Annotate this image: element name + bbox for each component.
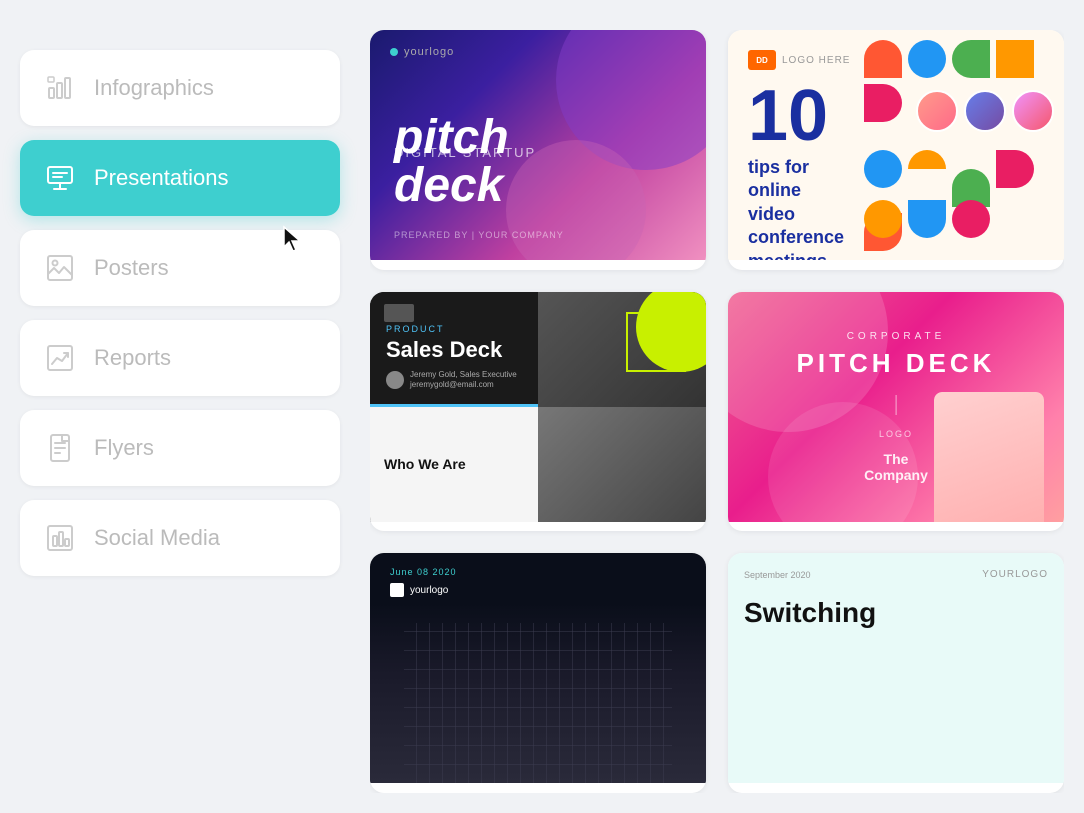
- card-label: [370, 783, 706, 793]
- card3-person-name: Jeremy Gold, Sales Executive: [410, 370, 517, 380]
- card6-logo: YOURLOGO: [982, 569, 1048, 580]
- app-layout: Infographics Presentations: [0, 0, 1084, 813]
- card1-prepared-by: PREPARED BY | YOUR COMPANY: [394, 230, 564, 240]
- doc-icon: [44, 432, 76, 464]
- card2-number: 10: [748, 80, 864, 152]
- sidebar-item-social-media[interactable]: Social Media: [20, 500, 340, 576]
- card5-logo-text: yourlogo: [410, 585, 448, 596]
- sidebar-item-label: Flyers: [94, 435, 154, 461]
- card-label: Digital Startup Pitch Deck: [370, 260, 706, 270]
- image-icon: [44, 252, 76, 284]
- sidebar-item-label: Posters: [94, 255, 169, 281]
- card3-who-we-are: Who We Are: [384, 456, 466, 472]
- card3-person-email: jeremygold@email.com: [410, 380, 517, 390]
- card-switching[interactable]: September 2020 YOURLOGO Switching: [728, 553, 1064, 793]
- card-image: DD LOGO HERE 10 tips for online video co…: [728, 30, 1064, 260]
- sidebar-item-label: Presentations: [94, 165, 229, 191]
- card-label: Online Meeting Tips: [728, 260, 1064, 270]
- card-building[interactable]: June 08 2020 yourlogo: [370, 553, 706, 793]
- sidebar-item-label: Reports: [94, 345, 171, 371]
- content-grid: yourlogo digital startup pitch deck PREP…: [370, 30, 1064, 793]
- card-label: Corporate Pitch Deck: [728, 522, 1064, 532]
- card-corporate-pitch[interactable]: CORPORATE PITCH DECK LOGO The Company Co…: [728, 292, 1064, 532]
- sidebar-item-infographics[interactable]: Infographics: [20, 50, 340, 126]
- bar-chart-icon: [44, 72, 76, 104]
- sidebar: Infographics Presentations: [20, 30, 340, 793]
- card6-date: September 2020: [744, 570, 811, 580]
- card5-date: June 08 2020: [390, 567, 457, 577]
- card-image: yourlogo digital startup pitch deck PREP…: [370, 30, 706, 260]
- sidebar-item-presentations[interactable]: Presentations: [20, 140, 340, 216]
- card-image: September 2020 YOURLOGO Switching: [728, 553, 1064, 783]
- card4-corp-label: CORPORATE: [762, 331, 1031, 342]
- card4-pitch-title: PITCH DECK: [762, 348, 1031, 379]
- card-image: CORPORATE PITCH DECK LOGO The Company: [728, 292, 1064, 522]
- card-label: [728, 783, 1064, 793]
- card1-title: pitch deck: [394, 114, 509, 210]
- card1-logo-text: yourlogo: [404, 46, 454, 58]
- sidebar-item-label: Infographics: [94, 75, 214, 101]
- trending-icon: [44, 342, 76, 374]
- card6-title: Switching: [744, 596, 1048, 630]
- card3-sales-title: Sales Deck: [386, 338, 522, 362]
- card-product-sales[interactable]: PRODUCT Sales Deck Jeremy Gold, Sales Ex…: [370, 292, 706, 532]
- sidebar-item-posters[interactable]: Posters: [20, 230, 340, 306]
- sidebar-item-label: Social Media: [94, 525, 220, 551]
- card2-logo-text: LOGO HERE: [782, 55, 850, 66]
- svg-text:DD: DD: [756, 56, 768, 65]
- card-digital-startup[interactable]: yourlogo digital startup pitch deck PREP…: [370, 30, 706, 270]
- sidebar-item-flyers[interactable]: Flyers: [20, 410, 340, 486]
- card2-title: tips for online video conference meeting…: [748, 156, 864, 260]
- sidebar-item-reports[interactable]: Reports: [20, 320, 340, 396]
- card-label: Product Sales Deck: [370, 522, 706, 532]
- card-image: June 08 2020 yourlogo: [370, 553, 706, 783]
- card-online-meeting[interactable]: DD LOGO HERE 10 tips for online video co…: [728, 30, 1064, 270]
- bar-icon: [44, 522, 76, 554]
- presentation-icon: [44, 162, 76, 194]
- card2-logo-icon: DD: [748, 50, 776, 70]
- card3-product-label: PRODUCT: [386, 324, 522, 334]
- card-image: PRODUCT Sales Deck Jeremy Gold, Sales Ex…: [370, 292, 706, 522]
